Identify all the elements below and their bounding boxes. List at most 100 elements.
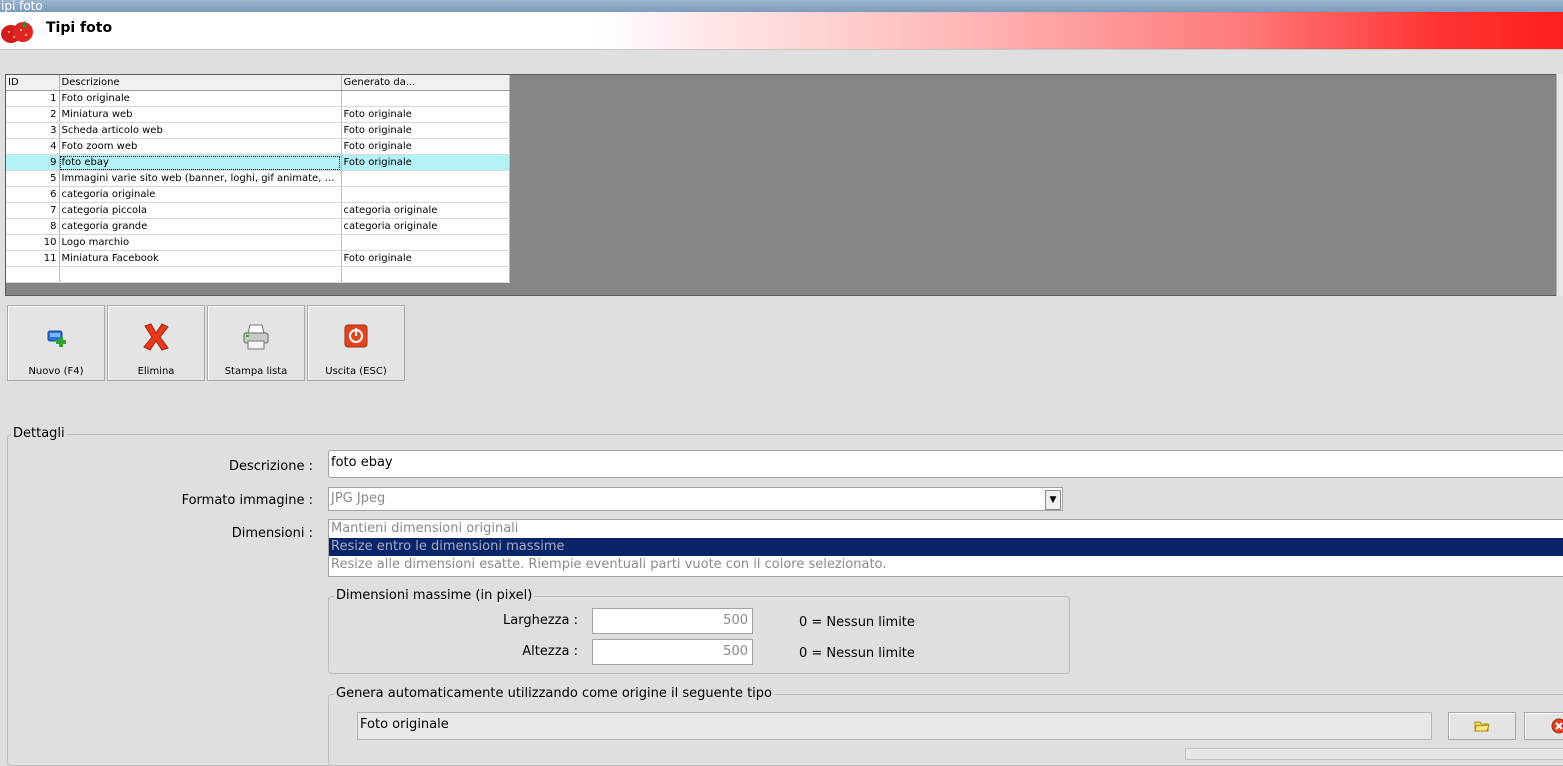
- cell-descrizione[interactable]: categoria piccola: [59, 202, 342, 219]
- cell-descrizione[interactable]: Miniatura Facebook: [59, 250, 342, 267]
- details-legend: Dettagli: [11, 426, 67, 441]
- add-image-icon: [47, 330, 66, 347]
- dimensioni-listbox[interactable]: Mantieni dimensioni originali Resize ent…: [328, 519, 1563, 577]
- cell-id[interactable]: 7: [6, 202, 60, 219]
- larghezza-label: Larghezza :: [503, 613, 578, 628]
- cell-id[interactable]: 10: [6, 234, 60, 251]
- delete-button-label: Elimina: [137, 366, 175, 377]
- vertical-scrollbar[interactable]: [1556, 74, 1563, 296]
- cell-descrizione[interactable]: [59, 266, 342, 283]
- cell-generato[interactable]: Foto originale: [341, 122, 510, 139]
- altezza-hint: 0 = Nessun limite: [799, 646, 915, 661]
- folder-icon: [1474, 721, 1490, 732]
- cell-generato[interactable]: [341, 186, 510, 203]
- origin-type-field[interactable]: Foto originale: [357, 712, 1432, 740]
- new-button[interactable]: Nuovo (F4): [7, 305, 105, 381]
- print-list-button-label: Stampa lista: [224, 366, 288, 377]
- page-header: Tipi foto: [0, 12, 1563, 50]
- descrizione-field[interactable]: foto ebay: [328, 450, 1563, 478]
- cell-descrizione[interactable]: categoria grande: [59, 218, 342, 235]
- cell-descrizione[interactable]: Immagini varie sito web (banner, loghi, …: [59, 170, 342, 187]
- strawberry-logo-icon: [1, 20, 33, 43]
- table-row[interactable]: 1 Foto originale: [6, 90, 510, 107]
- cell-id[interactable]: 1: [6, 90, 60, 107]
- table-row[interactable]: 4 Foto zoom web Foto originale: [6, 138, 510, 155]
- exit-button[interactable]: Uscita (ESC): [307, 305, 405, 381]
- altezza-label: Altezza :: [522, 644, 578, 659]
- window-title-bar: ipi foto: [0, 0, 1563, 12]
- chevron-down-icon[interactable]: ▼: [1045, 490, 1061, 510]
- table-row-new[interactable]: [6, 266, 510, 283]
- origin-legend: Genera automaticamente utilizzando come …: [334, 686, 774, 701]
- power-exit-icon: [344, 324, 368, 348]
- cell-generato[interactable]: Foto originale: [341, 138, 510, 155]
- window-title: ipi foto: [1, 0, 43, 12]
- table-header-row: ID Descrizione Generato da...: [6, 75, 510, 91]
- cell-id[interactable]: 4: [6, 138, 60, 155]
- dimensioni-label: Dimensioni :: [231, 526, 313, 541]
- origin-type-value: Foto originale: [360, 717, 449, 732]
- cell-generato[interactable]: Foto originale: [341, 106, 510, 123]
- cell-descrizione[interactable]: foto ebay: [59, 154, 342, 171]
- table-row[interactable]: 11 Miniatura Facebook Foto originale: [6, 250, 510, 267]
- cell-descrizione[interactable]: categoria originale: [59, 186, 342, 203]
- cell-generato[interactable]: [341, 170, 510, 187]
- cell-generato[interactable]: [341, 90, 510, 107]
- table-row[interactable]: 2 Miniatura web Foto originale: [6, 106, 510, 123]
- column-header-descrizione[interactable]: Descrizione: [59, 75, 342, 91]
- print-list-button[interactable]: Stampa lista: [207, 305, 305, 381]
- cell-id[interactable]: [6, 266, 60, 283]
- exit-button-label: Uscita (ESC): [325, 366, 387, 377]
- dimensioni-option[interactable]: Resize alle dimensioni esatte. Riempie e…: [329, 556, 1563, 574]
- clear-x-icon: [1551, 718, 1563, 734]
- cell-id[interactable]: 9: [6, 154, 60, 171]
- cell-generato[interactable]: [341, 234, 510, 251]
- cell-descrizione[interactable]: Miniatura web: [59, 106, 342, 123]
- table-row[interactable]: 6 categoria originale: [6, 186, 510, 203]
- cell-id[interactable]: 11: [6, 250, 60, 267]
- cell-id[interactable]: 5: [6, 170, 60, 187]
- larghezza-hint: 0 = Nessun limite: [799, 615, 915, 630]
- browse-origin-button[interactable]: [1448, 712, 1516, 740]
- cell-generato[interactable]: categoria originale: [341, 218, 510, 235]
- dimensioni-option-selected[interactable]: Resize entro le dimensioni massime: [329, 538, 1563, 556]
- cell-descrizione[interactable]: Scheda articolo web: [59, 122, 342, 139]
- table-row[interactable]: 3 Scheda articolo web Foto originale: [6, 122, 510, 139]
- altezza-field[interactable]: 500: [592, 639, 753, 665]
- records-grid[interactable]: ID Descrizione Generato da... 1 Foto orig…: [5, 74, 1558, 296]
- dimensioni-option[interactable]: Mantieni dimensioni originali: [329, 520, 1563, 538]
- column-header-id[interactable]: ID: [6, 75, 60, 91]
- clear-origin-button[interactable]: [1524, 712, 1563, 740]
- max-dimensions-legend: Dimensioni massime (in pixel): [334, 588, 535, 603]
- page-title: Tipi foto: [46, 20, 113, 36]
- printer-icon: [243, 324, 269, 350]
- table-row[interactable]: 8 categoria grande categoria originale: [6, 218, 510, 235]
- cell-generato[interactable]: categoria originale: [341, 202, 510, 219]
- cell-descrizione[interactable]: Logo marchio: [59, 234, 342, 251]
- cell-id[interactable]: 2: [6, 106, 60, 123]
- cell-descrizione[interactable]: Foto originale: [59, 90, 342, 107]
- descrizione-label: Descrizione :: [228, 459, 313, 474]
- cell-id[interactable]: 3: [6, 122, 60, 139]
- delete-x-icon: [143, 323, 169, 351]
- new-button-label: Nuovo (F4): [28, 366, 84, 377]
- table-row-selected[interactable]: 9 foto ebay Foto originale: [6, 154, 510, 171]
- cell-id[interactable]: 8: [6, 218, 60, 235]
- cell-generato[interactable]: Foto originale: [341, 154, 510, 171]
- table-row[interactable]: 7 categoria piccola categoria originale: [6, 202, 510, 219]
- column-header-generato[interactable]: Generato da...: [341, 75, 510, 91]
- cell-descrizione[interactable]: Foto zoom web: [59, 138, 342, 155]
- bottom-partial-panel: [1185, 748, 1563, 760]
- formato-select[interactable]: JPG Jpeg ▼: [328, 487, 1063, 511]
- larghezza-value: 500: [723, 613, 748, 628]
- formato-value: JPG Jpeg: [331, 491, 386, 506]
- table-row[interactable]: 10 Logo marchio: [6, 234, 510, 251]
- cell-generato[interactable]: Foto originale: [341, 250, 510, 267]
- cell-id[interactable]: 6: [6, 186, 60, 203]
- altezza-value: 500: [723, 644, 748, 659]
- records-table[interactable]: ID Descrizione Generato da... 1 Foto orig…: [6, 75, 510, 283]
- larghezza-field[interactable]: 500: [592, 608, 753, 634]
- delete-button[interactable]: Elimina: [107, 305, 205, 381]
- table-row[interactable]: 5 Immagini varie sito web (banner, loghi,…: [6, 170, 510, 187]
- cell-generato[interactable]: [341, 266, 510, 283]
